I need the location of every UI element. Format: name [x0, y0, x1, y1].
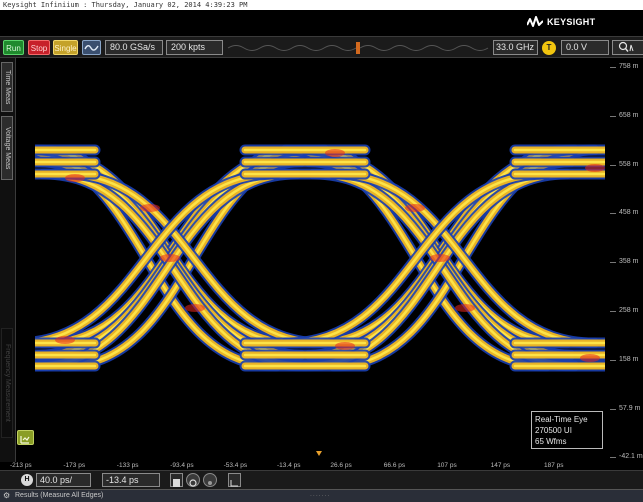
- timeline-marker[interactable]: [356, 42, 360, 54]
- delay-knob-icon[interactable]: [203, 473, 217, 487]
- ui-count-label: 270500 UI: [535, 426, 572, 435]
- results-bar[interactable]: ⚙ Results (Measure All Edges) ·······: [0, 489, 643, 502]
- knob-icon: [208, 481, 212, 485]
- x-axis-label: -213 ps: [10, 462, 32, 469]
- eye-hotspot-9: [585, 164, 605, 172]
- y-axis-label: 658 m: [619, 111, 639, 119]
- waveform-count-label: 65 Wfms: [535, 437, 567, 446]
- eye-hotspot-2: [140, 204, 160, 212]
- eye-hotspot-3: [185, 304, 205, 312]
- stop-square-icon[interactable]: [170, 473, 183, 487]
- x-axis-label: 66.6 ps: [383, 462, 406, 469]
- eye-hotspot-6: [65, 174, 85, 182]
- y-axis-label: -42.1 m: [619, 453, 643, 461]
- x-axis-label: -13.4 ps: [277, 462, 301, 469]
- eye-hotspot-0: [160, 254, 180, 262]
- gear-icon[interactable]: ⚙: [3, 491, 10, 501]
- trigger-badge[interactable]: T: [542, 41, 556, 55]
- time-position-field[interactable]: -13.4 ps: [102, 473, 160, 487]
- horizontal-badge[interactable]: H: [21, 474, 33, 486]
- acquisition-timeline[interactable]: [226, 42, 490, 54]
- autoscale-button[interactable]: [17, 430, 34, 445]
- zoom-button[interactable]: [612, 40, 643, 55]
- eye-hotspot-11: [580, 354, 600, 362]
- results-label: Results (Measure All Edges): [15, 492, 104, 499]
- eye-hotspot-7: [325, 149, 345, 157]
- stop-button[interactable]: Stop: [28, 40, 50, 55]
- eye-hotspot-4: [405, 204, 425, 212]
- bandwidth-field[interactable]: 33.0 GHz: [493, 40, 538, 55]
- memory-depth-field[interactable]: 200 kpts: [166, 40, 223, 55]
- y-axis-label: 57.9 m: [619, 404, 641, 412]
- y-axis-label: 158 m: [619, 355, 639, 363]
- eye-diagram-traces: [35, 144, 605, 372]
- trigger-level-field[interactable]: 0.0 V: [561, 40, 609, 55]
- eye-hotspot-8: [335, 342, 355, 350]
- y-axis-label: 558 m: [619, 160, 639, 168]
- x-axis-label: -93.4 ps: [170, 462, 194, 469]
- x-axis-label: 26.6 ps: [330, 462, 352, 469]
- y-axis-tick: [610, 408, 616, 410]
- window-title: Keysight Infiniium : Thursday, January 0…: [0, 0, 643, 10]
- x-axis-label: -53.4 ps: [223, 462, 248, 469]
- square-icon: [173, 479, 180, 487]
- time-scale-field[interactable]: 40.0 ps/: [36, 473, 91, 487]
- eye-hotspot-5: [455, 304, 475, 312]
- measurement-side-tabs: Time Meas Voltage Meas Frequency Measure…: [0, 58, 16, 462]
- eye-hotspot-1: [430, 254, 450, 262]
- menu-icon: [230, 480, 238, 487]
- x-axis-label: 147 ps: [490, 462, 511, 469]
- y-axis-tick: [610, 213, 616, 215]
- y-axis-tick: [610, 115, 616, 117]
- zoom-in-icon[interactable]: [186, 473, 200, 487]
- y-axis-label: 458 m: [619, 209, 639, 217]
- tab-voltage-meas[interactable]: Voltage Meas: [1, 116, 13, 180]
- y-axis-tick: [610, 359, 616, 361]
- tab-time-meas[interactable]: Time Meas: [1, 62, 13, 112]
- brand-logo: KEYSIGHT: [527, 14, 595, 30]
- waveform-icon: [84, 45, 99, 51]
- keysight-wave-icon: [527, 16, 543, 27]
- waveform-button[interactable]: [82, 40, 101, 55]
- y-axis-tick: [610, 67, 616, 68]
- y-axis-tick: [610, 457, 616, 459]
- zoom-icon: [618, 41, 634, 52]
- resize-grip[interactable]: ·······: [310, 494, 330, 500]
- eye-diagram-plot[interactable]: [35, 58, 605, 462]
- single-button[interactable]: Single: [53, 40, 78, 55]
- run-button[interactable]: Run: [3, 40, 24, 55]
- magnifier-icon: [189, 479, 197, 487]
- y-axis-label: 358 m: [619, 258, 639, 266]
- autoscale-icon: [20, 436, 30, 444]
- x-axis-labels: -213 ps -173 ps -133 ps -93.4 ps -53.4 ps -13…: [0, 462, 643, 470]
- y-axis-label: 258 m: [619, 307, 639, 314]
- eye-info-box: Real-Time Eye 270500 UI 65 Wfms: [531, 411, 603, 449]
- x-axis-label: 107 ps: [437, 462, 457, 469]
- eye-mode-label: Real-Time Eye: [535, 415, 588, 424]
- horizontal-control-bar: H 40.0 ps/ -13.4 ps: [0, 470, 643, 489]
- horizontal-menu-icon[interactable]: [228, 473, 241, 487]
- horizontal-reference-marker[interactable]: [316, 451, 322, 456]
- sample-rate-field[interactable]: 80.0 GSa/s: [105, 40, 163, 55]
- y-axis-tick: [610, 164, 616, 166]
- logo-text: KEYSIGHT: [547, 17, 596, 27]
- y-axis-tick: [610, 311, 616, 312]
- acquisition-toolbar: Run Stop Single 80.0 GSa/s 200 kpts 33.0…: [0, 36, 643, 58]
- y-axis-tick: [610, 262, 616, 264]
- tab-hidden[interactable]: Frequency Measurement: [1, 328, 13, 438]
- eye-hotspot-10: [55, 336, 75, 344]
- oscilloscope-window: Keysight Infiniium : Thursday, January 0…: [0, 0, 643, 502]
- y-axis-labels: 758 m 658 m 558 m 458 m 358 m 258 m 158 m 57.9 …: [610, 58, 643, 462]
- x-axis-label: 187 ps: [544, 462, 564, 469]
- x-axis-label: -133 ps: [116, 462, 139, 469]
- x-axis-label: -173 ps: [63, 462, 86, 469]
- y-axis-label: 758 m: [619, 63, 639, 70]
